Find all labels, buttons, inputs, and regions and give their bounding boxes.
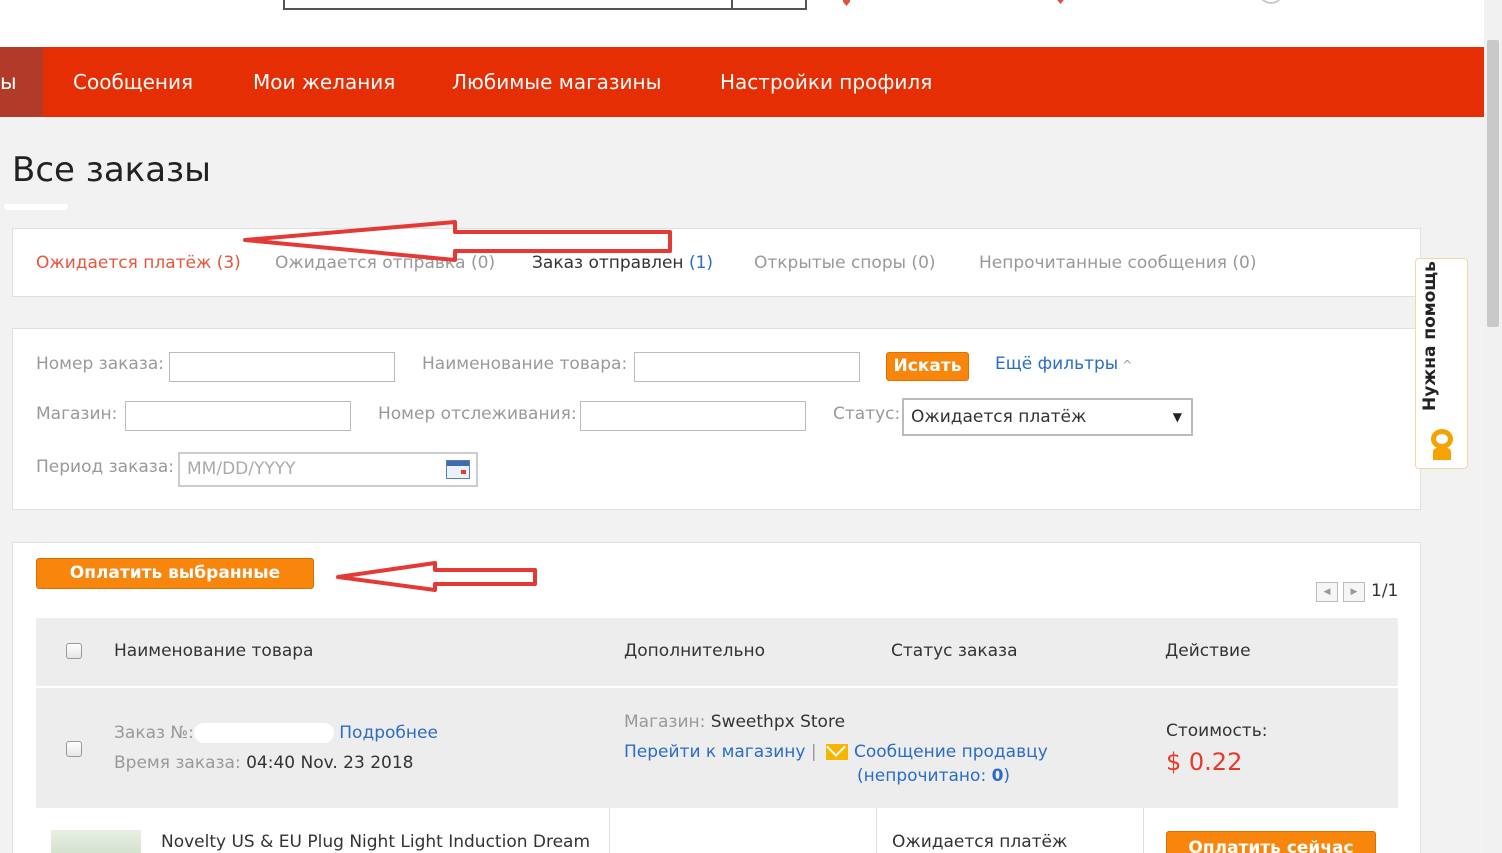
scrollbar-thumb[interactable]: [1487, 40, 1499, 327]
item-order-status: Ожидается платёж: [892, 832, 1068, 852]
pager-status: 1/1: [1371, 581, 1399, 601]
column-order-status: Статус заказа: [891, 641, 1018, 661]
status-select-value: Ожидается платёж: [911, 407, 1087, 427]
pay-now-button[interactable]: Оплатить сейчас: [1166, 831, 1376, 853]
unread-prefix: (непрочитано:: [857, 766, 992, 786]
order-store-label: Магазин:: [624, 712, 706, 732]
mail-icon: [825, 744, 848, 760]
top-header: ♥ ♥: [0, 0, 1484, 47]
tab-awaiting-shipment[interactable]: Ожидается отправка (0): [275, 253, 495, 273]
column-divider: [1143, 808, 1144, 853]
store-input[interactable]: [125, 401, 351, 431]
order-time-label: Время заказа:: [114, 753, 241, 773]
column-action: Действие: [1165, 641, 1251, 661]
support-mascot-icon: [1427, 429, 1457, 461]
date-placeholder: MM/DD/YYYY: [187, 459, 296, 479]
pager-next-icon[interactable]: ▶: [1343, 582, 1365, 602]
dropdown-arrow-icon: ▼: [1172, 410, 1182, 424]
highlight-mark: [4, 204, 68, 210]
page-scrollbar[interactable]: [1484, 0, 1502, 853]
order-number-label: Заказ №:: [114, 723, 194, 743]
store-label: Магазин:: [36, 404, 118, 424]
order-item-row: Novelty US & EU Plug Night Light Inducti…: [36, 808, 1398, 853]
tab-open-disputes[interactable]: Открытые споры (0): [754, 253, 936, 273]
order-filters: Номер заказа: Наименование товара: Искат…: [12, 328, 1421, 510]
order-date-input[interactable]: MM/DD/YYYY: [178, 452, 478, 487]
product-name-label: Наименование товара:: [422, 354, 628, 374]
product-name[interactable]: Novelty US & EU Plug Night Light Inducti…: [161, 832, 590, 852]
more-filters-link[interactable]: Ещё фильтры ^: [995, 354, 1132, 374]
search-button[interactable]: [731, 0, 807, 10]
nav-item-profile-settings[interactable]: Настройки профиля: [720, 47, 932, 117]
nav-item-messages[interactable]: Сообщения: [73, 47, 193, 117]
chevron-up-icon: ^: [1122, 358, 1133, 372]
order-checkbox[interactable]: [66, 741, 82, 757]
order-number-input[interactable]: [169, 352, 395, 382]
order-cost-label: Стоимость:: [1166, 721, 1268, 741]
order-number: Заказ №: Подробнее: [114, 723, 438, 743]
select-all-checkbox[interactable]: [66, 643, 82, 659]
column-divider: [876, 808, 877, 853]
nav-item-orders[interactable]: ы: [0, 47, 43, 117]
order-time: Время заказа: 04:40 Nov. 23 2018: [114, 753, 413, 773]
order-header-row: Заказ №: Подробнее Время заказа: 04:40 N…: [36, 688, 1398, 808]
pager-prev-icon[interactable]: ◀: [1316, 582, 1338, 602]
page-title: Все заказы: [12, 150, 211, 190]
help-widget[interactable]: Нужна помощь: [1415, 258, 1468, 469]
heart-icon[interactable]: ♥: [842, 0, 851, 9]
tab-unread-messages[interactable]: Непрочитанные сообщения (0): [979, 253, 1256, 273]
status-select[interactable]: Ожидается платёж ▼: [902, 398, 1193, 436]
order-details-link[interactable]: Подробнее: [339, 723, 438, 743]
calendar-icon[interactable]: [446, 460, 470, 479]
help-label: Нужна помощь: [1420, 261, 1440, 411]
column-product-name: Наименование товара: [114, 641, 314, 661]
separator: |: [810, 742, 817, 762]
order-store: Магазин: Sweethpx Store: [624, 712, 845, 732]
orders-list-panel: Оплатить выбранные заказы ◀ ▶ 1/1 Наимен…: [12, 542, 1421, 853]
tab-shipped-count: (1): [688, 253, 714, 273]
tab-shipped[interactable]: Заказ отправлен (1): [532, 253, 713, 273]
status-label: Статус:: [833, 404, 901, 424]
cart-icon[interactable]: ♥: [1056, 0, 1065, 7]
orders-table-header: Наименование товара Дополнительно Статус…: [36, 618, 1398, 686]
product-name-input[interactable]: [634, 352, 860, 382]
product-thumbnail[interactable]: [51, 830, 141, 853]
pay-selected-orders-button[interactable]: Оплатить выбранные заказы: [36, 558, 314, 612]
redacted-order-number: [193, 723, 334, 743]
column-additional: Дополнительно: [624, 641, 765, 661]
nav-item-favorite-stores[interactable]: Любимые магазины: [452, 47, 661, 117]
unread-suffix: ): [1003, 766, 1011, 786]
order-store-actions: Перейти к магазину | Сообщение продавцу: [624, 742, 1048, 762]
search-orders-button[interactable]: Искать: [886, 352, 969, 381]
column-divider: [609, 808, 610, 853]
order-price: $ 0.22: [1166, 748, 1243, 776]
go-to-store-link[interactable]: Перейти к магазину: [624, 742, 805, 762]
account-nav-bar: ы Сообщения Мои желания Любимые магазины…: [0, 47, 1484, 117]
unread-count: 0: [991, 766, 1004, 786]
order-store-name: Sweethpx Store: [710, 712, 846, 732]
order-period-label: Период заказа:: [36, 457, 174, 477]
more-filters-label: Ещё фильтры: [995, 354, 1119, 374]
account-icon[interactable]: [1258, 0, 1284, 4]
search-input[interactable]: [283, 0, 731, 10]
tracking-number-input[interactable]: [580, 401, 806, 431]
tab-awaiting-payment[interactable]: Ожидается платёж (3): [36, 253, 241, 273]
order-time-value: 04:40 Nov. 23 2018: [246, 753, 414, 773]
message-seller-link[interactable]: Сообщение продавцу: [854, 742, 1048, 762]
tracking-number-label: Номер отслеживания:: [378, 404, 577, 424]
unread-messages-count[interactable]: (непрочитано: 0): [857, 766, 1010, 786]
tab-shipped-label: Заказ отправлен: [532, 253, 684, 273]
nav-item-wishlist[interactable]: Мои желания: [253, 47, 395, 117]
order-status-tabs: Ожидается платёж (3) Ожидается отправка …: [12, 228, 1421, 297]
order-number-label: Номер заказа:: [36, 354, 164, 374]
